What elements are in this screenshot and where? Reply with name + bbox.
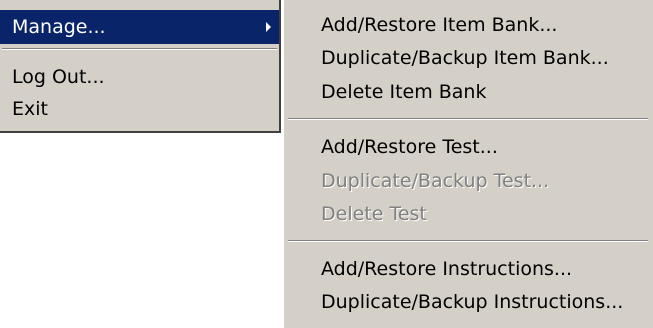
submenu-item-add-restore-test[interactable]: Add/Restore Test... [284,130,498,164]
submenu-item-duplicate-backup-item-bank[interactable]: Duplicate/Backup Item Bank... [284,41,609,75]
submenu-item-label: Add/Restore Test... [321,136,498,158]
submenu-item-delete-item-bank[interactable]: Delete Item Bank [284,75,486,109]
submenu-item-label: Add/Restore Instructions... [321,258,573,280]
submenu-item-delete-test: Delete Test [284,197,427,231]
main-menu: Manage... Log Out... Exit [0,0,281,133]
menu-item-exit[interactable]: Exit [0,92,279,126]
submenu-item-duplicate-backup-instructions[interactable]: Duplicate/Backup Instructions... [284,285,623,319]
menu-item-log-out-label: Log Out... [12,66,105,88]
submenu-separator [288,118,648,120]
submenu-item-add-restore-item-bank[interactable]: Add/Restore Item Bank... [284,8,557,42]
submenu-separator [288,240,648,242]
submenu-arrow-icon [266,22,271,32]
submenu-item-label: Duplicate/Backup Test... [321,170,550,192]
submenu-item-label: Delete Test [321,203,427,225]
submenu-item-add-restore-instructions[interactable]: Add/Restore Instructions... [284,252,572,286]
submenu-item-label: Duplicate/Backup Item Bank... [321,47,609,69]
menu-item-log-out[interactable]: Log Out... [0,60,279,94]
submenu-item-label: Duplicate/Backup Instructions... [321,291,624,313]
submenu-item-label: Delete Item Bank [321,81,487,103]
manage-submenu: Add/Restore Item Bank... Duplicate/Backu… [283,0,653,328]
submenu-item-duplicate-backup-test: Duplicate/Backup Test... [284,164,549,198]
menu-separator [2,48,277,50]
menu-item-manage[interactable]: Manage... [0,10,279,44]
menu-item-manage-label: Manage... [12,16,106,38]
submenu-item-label: Add/Restore Item Bank... [321,14,558,36]
menu-item-exit-label: Exit [12,98,48,120]
